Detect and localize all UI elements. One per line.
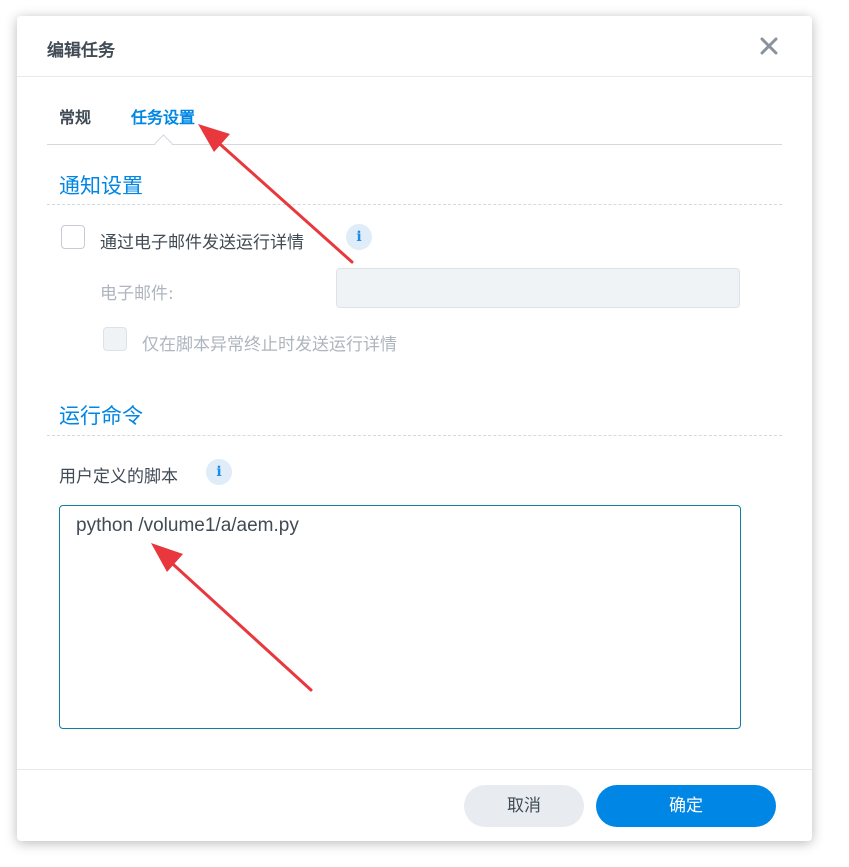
close-icon[interactable] <box>757 34 781 58</box>
run-command-section-title: 运行命令 <box>59 404 143 428</box>
dialog-title: 编辑任务 <box>47 41 115 61</box>
send-email-label: 通过电子邮件发送运行详情 <box>100 233 304 253</box>
info-icon[interactable]: i <box>206 459 232 485</box>
email-label: 电子邮件: <box>100 284 174 304</box>
section-divider <box>47 204 782 205</box>
dialog-footer: 取消 确定 <box>17 769 812 842</box>
email-input[interactable] <box>336 268 740 308</box>
dialog-title-bar: 编辑任务 <box>17 16 812 77</box>
info-icon[interactable]: i <box>346 224 372 250</box>
edit-task-dialog: 编辑任务 常规 任务设置 通知设置 通过电子邮件发送运行详情 i 电子邮件: 仅… <box>17 16 812 841</box>
script-label: 用户定义的脚本 <box>59 467 178 487</box>
abnormal-only-label: 仅在脚本异常终止时发送运行详情 <box>142 335 397 355</box>
send-email-checkbox[interactable] <box>61 225 85 249</box>
tab-task-settings[interactable]: 任务设置 <box>131 104 195 128</box>
notification-section-title: 通知设置 <box>59 174 143 198</box>
abnormal-only-checkbox[interactable] <box>103 327 127 351</box>
cancel-button[interactable]: 取消 <box>464 785 584 827</box>
tab-general[interactable]: 常规 <box>59 104 91 128</box>
section-divider <box>47 435 782 436</box>
ok-button[interactable]: 确定 <box>596 785 776 827</box>
script-textarea[interactable]: python /volume1/a/aem.py <box>59 505 741 729</box>
